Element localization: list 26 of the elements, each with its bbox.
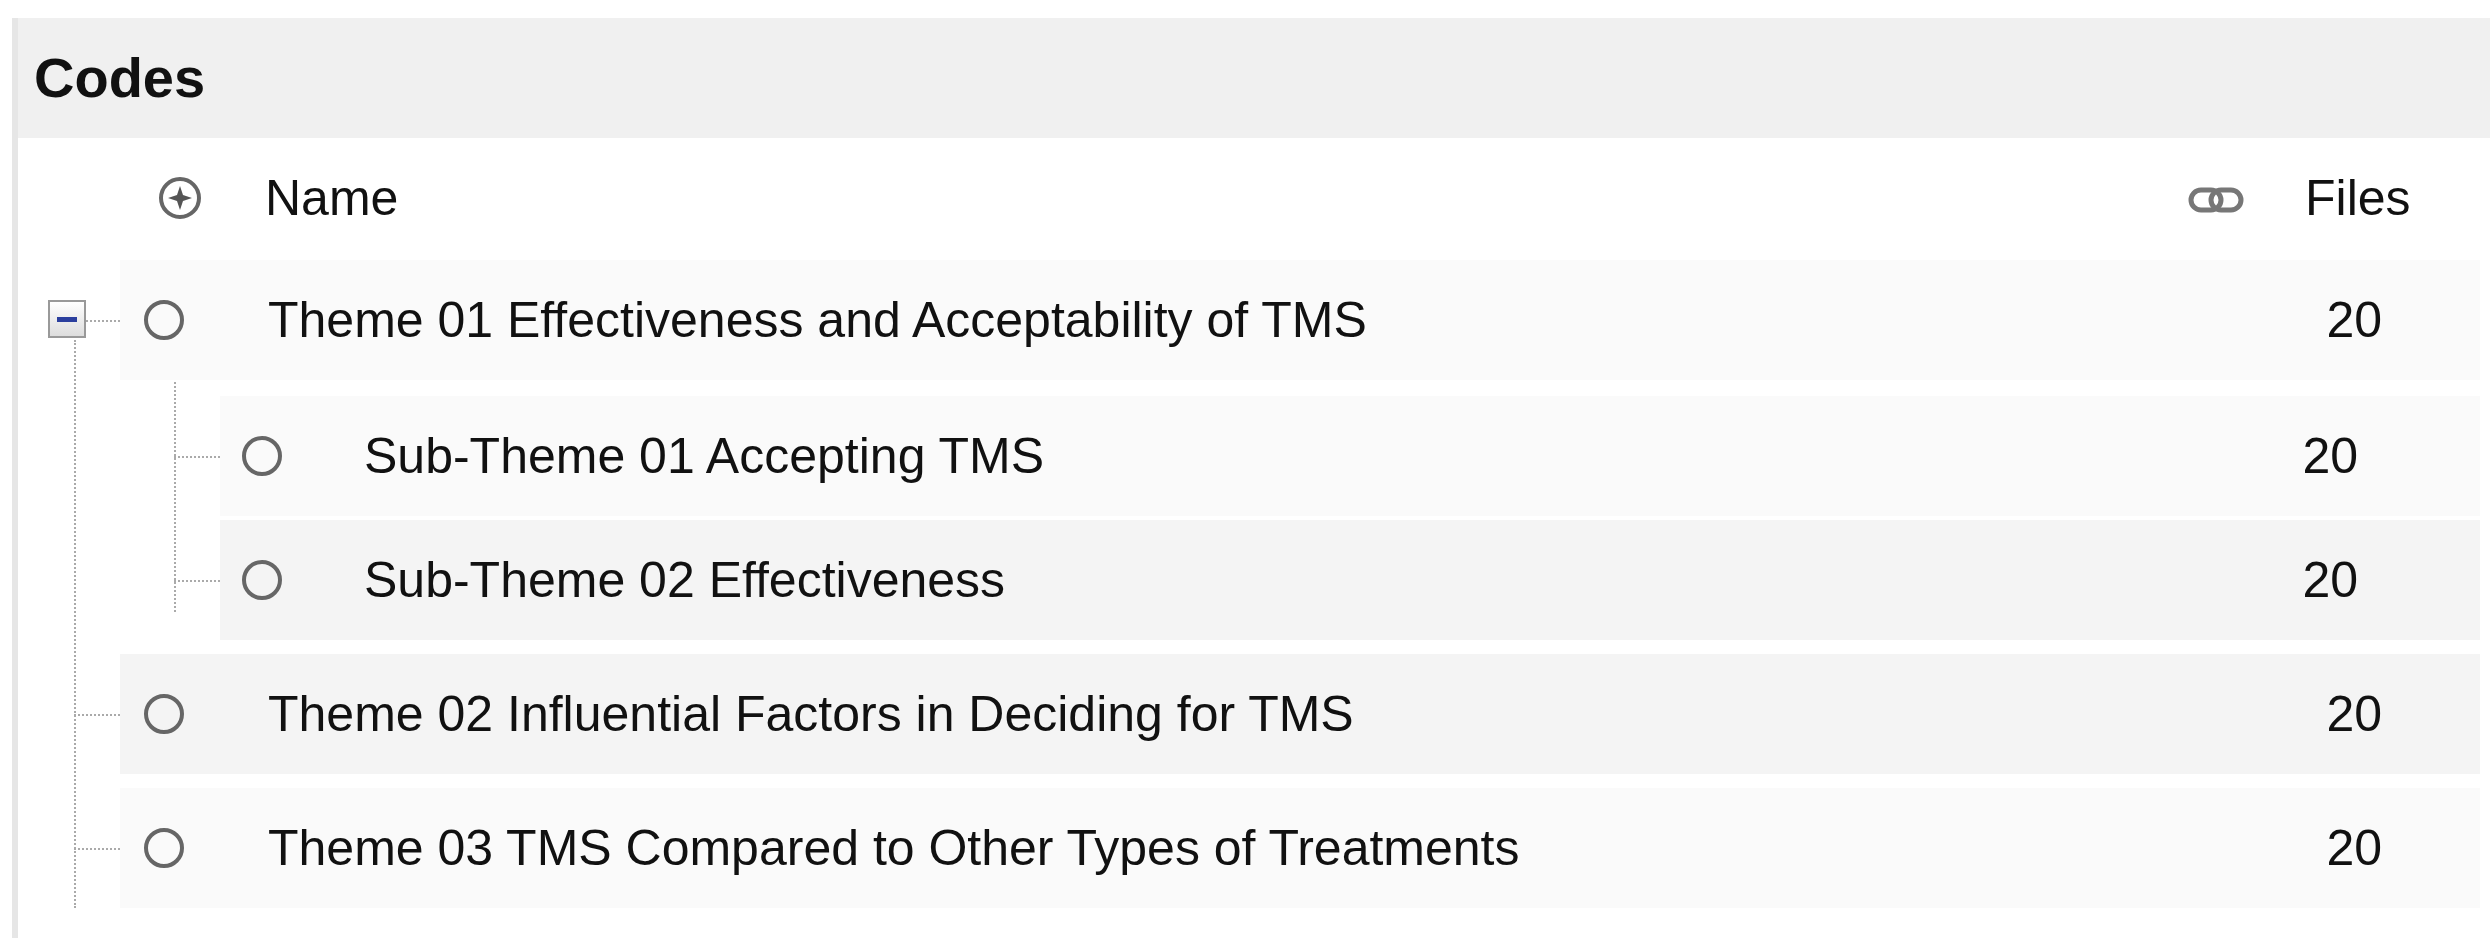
code-name: Theme 01 Effectiveness and Acceptability of TMS bbox=[268, 290, 1367, 350]
code-icon bbox=[142, 826, 186, 870]
code-name: Sub-Theme 01 Accepting TMS bbox=[364, 426, 1044, 486]
files-count: 20 bbox=[2326, 290, 2382, 350]
tree-row[interactable]: Theme 02 Influential Factors in Deciding for TMS 20 bbox=[120, 654, 2480, 774]
column-header[interactable]: Name bbox=[265, 160, 399, 236]
tree-row[interactable]: Theme 01 Effectiveness and Acceptability of TMS 20 bbox=[120, 260, 2480, 380]
code-icon bbox=[240, 558, 284, 602]
code-icon bbox=[142, 692, 186, 736]
tree-row[interactable]: Sub-Theme 02 Effectiveness 20 bbox=[220, 520, 2480, 640]
code-icon bbox=[240, 434, 284, 478]
code-name: Theme 03 TMS Compared to Other Types of Treatments bbox=[268, 818, 1520, 878]
column-header[interactable]: Files bbox=[2305, 160, 2411, 236]
files-count: 20 bbox=[2326, 818, 2382, 878]
files-count: 20 bbox=[2302, 550, 2358, 610]
code-name: Theme 02 Influential Factors in Deciding for TMS bbox=[268, 684, 1354, 744]
panel-title: Codes bbox=[34, 45, 206, 111]
tree-row[interactable]: Theme 03 TMS Compared to Other Types of Treatments 20 bbox=[120, 788, 2480, 908]
collapse-toggle[interactable] bbox=[48, 300, 86, 338]
files-count: 20 bbox=[2302, 426, 2358, 486]
files-count: 20 bbox=[2326, 684, 2382, 744]
link-icon[interactable] bbox=[2188, 186, 2244, 214]
code-name: Sub-Theme 02 Effectiveness bbox=[364, 550, 1006, 610]
code-icon bbox=[142, 298, 186, 342]
tree-row[interactable]: Sub-Theme 01 Accepting TMS 20 bbox=[220, 396, 2480, 516]
add-icon[interactable] bbox=[158, 176, 202, 220]
